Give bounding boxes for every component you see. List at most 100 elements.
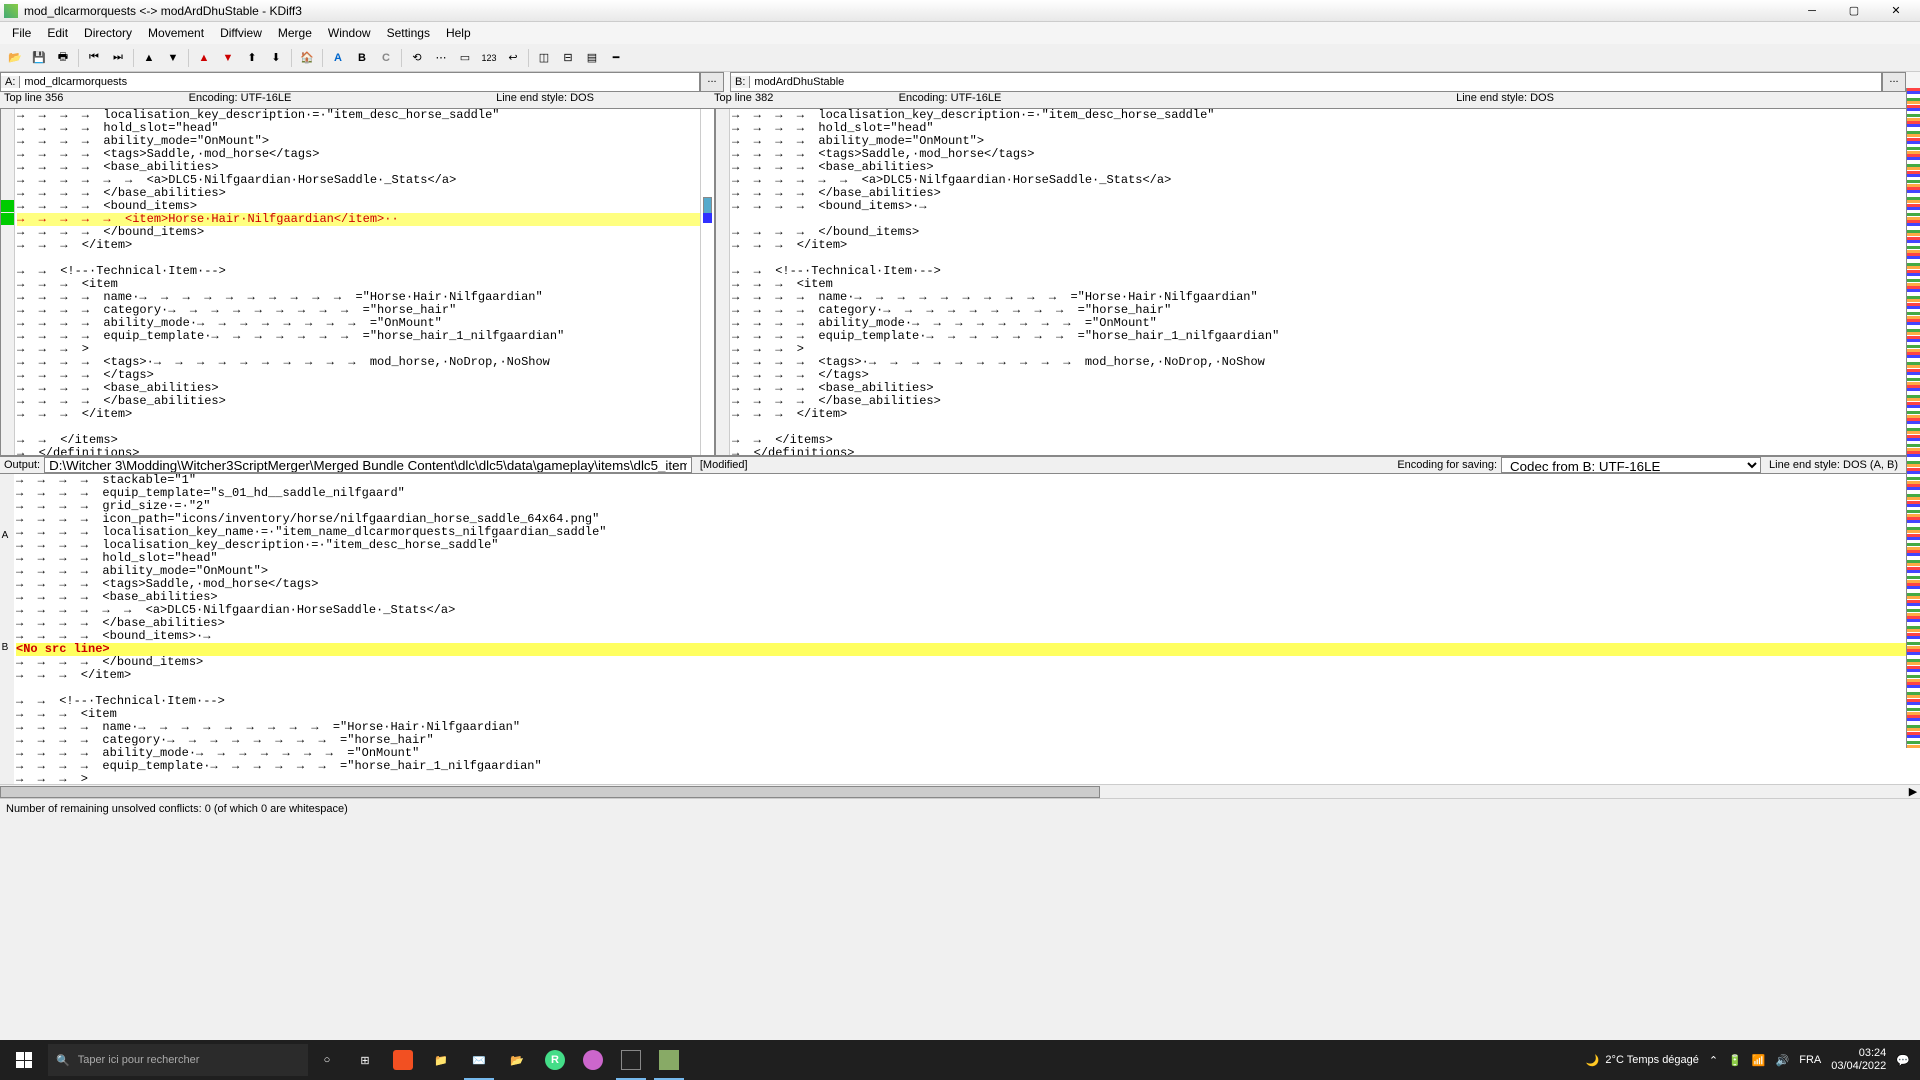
code-line: → → → → </bound_items> xyxy=(16,656,1920,669)
tray-battery-icon[interactable]: 🔋 xyxy=(1728,1054,1742,1067)
search-icon: 🔍 xyxy=(56,1054,70,1067)
tray-time: 03:24 xyxy=(1831,1047,1886,1060)
show-linenum-icon[interactable]: ▭ xyxy=(454,47,476,69)
output-pane[interactable]: A B → → → → stackable="1"→ → → → equip_t… xyxy=(0,474,1920,784)
rstudio-icon[interactable]: R xyxy=(536,1040,574,1080)
explorer-icon[interactable]: 📁 xyxy=(422,1040,460,1080)
code-line: → → → → <tags>Saddle,·mod_horse</tags> xyxy=(16,578,1920,591)
horizontal-scrollbar[interactable]: ◀ ▶ xyxy=(0,784,1920,798)
titlebar: mod_dlcarmorquests <-> modArdDhuStable -… xyxy=(0,0,1920,22)
code-line: → → → → equip_template·→ → → → → → ="hor… xyxy=(16,760,1920,773)
code-line: → → → </item> xyxy=(732,239,1919,252)
statusbar: Number of remaining unsolved conflicts: … xyxy=(0,798,1920,818)
output-path-input[interactable] xyxy=(44,457,692,473)
prev-conflict-icon[interactable]: ▲ xyxy=(193,47,215,69)
code-line: → → → → <bound_items>·→ xyxy=(16,630,1920,643)
menu-edit[interactable]: Edit xyxy=(39,24,76,42)
maximize-button[interactable]: ▢ xyxy=(1834,1,1874,21)
browse-b-button[interactable]: ... xyxy=(1882,72,1906,92)
pane-a-path-input[interactable] xyxy=(20,76,699,88)
taskview-icon[interactable]: ⊞ xyxy=(346,1040,384,1080)
output-lineend: Line end style: DOS (A, B) xyxy=(1761,459,1906,471)
wordwrap-icon[interactable]: ↩ xyxy=(502,47,524,69)
mail-icon[interactable]: ✉️ xyxy=(460,1040,498,1080)
menu-diffview[interactable]: Diffview xyxy=(212,24,270,42)
taskbar-search[interactable]: 🔍 Taper ici pour rechercher xyxy=(48,1044,308,1076)
next-diff-icon[interactable]: ▼ xyxy=(162,47,184,69)
code-line: → → → → equip_template="s_01_hd__saddle_… xyxy=(16,487,1920,500)
code-line: → → → </item> xyxy=(17,408,714,421)
tray-notifications-icon[interactable]: 💬 xyxy=(1896,1054,1910,1067)
split-v-icon[interactable]: ⊟ xyxy=(557,47,579,69)
output-encoding-select[interactable]: Codec from B: UTF-16LE xyxy=(1501,457,1761,473)
code-line: → → → </item> xyxy=(17,239,714,252)
cmd-icon[interactable] xyxy=(612,1040,650,1080)
prev-diff-icon[interactable]: ▲ xyxy=(138,47,160,69)
code-line: → → <!--·Technical·Item·--> xyxy=(732,265,1919,278)
path-row: A: ... B: ... xyxy=(0,72,1920,92)
app-icon xyxy=(4,4,18,18)
open-icon[interactable]: 📂 xyxy=(4,47,26,69)
brave-icon[interactable] xyxy=(384,1040,422,1080)
menu-help[interactable]: Help xyxy=(438,24,479,42)
menu-settings[interactable]: Settings xyxy=(379,24,438,42)
code-line: → → → → → → <a>DLC5·Nilfgaardian·HorseSa… xyxy=(16,604,1920,617)
select-b-button[interactable]: B xyxy=(351,47,373,69)
code-line: → → → → equip_template·→ → → → → → → ="h… xyxy=(17,330,714,343)
goto-end-icon[interactable]: ⏭ xyxy=(107,47,129,69)
output-label: Output: xyxy=(0,459,44,471)
minimize-button[interactable]: ─ xyxy=(1792,1,1832,21)
next-conflict-icon[interactable]: ▼ xyxy=(217,47,239,69)
pane-a-encoding: Encoding: UTF-16LE xyxy=(100,92,380,108)
start-button[interactable] xyxy=(0,1040,48,1080)
kdiff3-taskbar-icon[interactable] xyxy=(650,1040,688,1080)
show-123-icon[interactable]: 123 xyxy=(478,47,500,69)
menu-file[interactable]: File xyxy=(4,24,39,42)
code-line: → → → → </base_abilities> xyxy=(16,617,1920,630)
folder-icon[interactable]: 📂 xyxy=(498,1040,536,1080)
split-3-icon[interactable]: ▤ xyxy=(581,47,603,69)
home-icon[interactable]: 🏠 xyxy=(296,47,318,69)
save-icon[interactable]: 💾 xyxy=(28,47,50,69)
tray-wifi-icon[interactable]: 📶 xyxy=(1752,1054,1766,1067)
minibar-a[interactable] xyxy=(700,109,714,455)
up-delta-icon[interactable]: ⬆ xyxy=(241,47,263,69)
browse-a-button[interactable]: ... xyxy=(700,72,724,92)
print-icon[interactable]: 🖶 xyxy=(52,47,74,69)
pane-b-topline: Top line 382 xyxy=(710,92,810,108)
menu-merge[interactable]: Merge xyxy=(270,24,320,42)
code-line: <No src line> xyxy=(16,643,1920,656)
pane-a[interactable]: → → → → localisation_key_description·=·"… xyxy=(0,108,715,456)
code-line: → → → > xyxy=(16,773,1920,784)
tray-chevron-icon[interactable]: ⌃ xyxy=(1709,1054,1718,1067)
code-line xyxy=(732,421,1919,434)
tray-clock[interactable]: 03:24 03/04/2022 xyxy=(1831,1047,1886,1073)
goto-start-icon[interactable]: ⏮ xyxy=(83,47,105,69)
show-whitespace-icon[interactable]: ⋯ xyxy=(430,47,452,69)
select-a-button[interactable]: A xyxy=(327,47,349,69)
split-h-icon[interactable]: ◫ xyxy=(533,47,555,69)
menu-directory[interactable]: Directory xyxy=(76,24,140,42)
weather-widget[interactable]: 🌙 2°C Temps dégagé xyxy=(1586,1054,1699,1067)
cortana-icon[interactable]: ○ xyxy=(308,1040,346,1080)
tray-volume-icon[interactable]: 🔊 xyxy=(1776,1054,1790,1067)
code-line: → → → → </base_abilities> xyxy=(732,395,1919,408)
overview-bar[interactable] xyxy=(1906,88,1920,748)
close-button[interactable]: ✕ xyxy=(1876,1,1916,21)
code-line xyxy=(17,421,714,434)
pane-a-label: A: xyxy=(1,76,20,88)
pane-b[interactable]: → → → → localisation_key_description·=·"… xyxy=(715,108,1920,456)
app-icon-1[interactable] xyxy=(574,1040,612,1080)
merge-icon[interactable]: ━ xyxy=(605,47,627,69)
gutter-marker-a: A xyxy=(0,530,10,541)
tray-lang[interactable]: FRA xyxy=(1799,1054,1821,1066)
select-c-button[interactable]: C xyxy=(375,47,397,69)
auto-advance-icon[interactable]: ⟲ xyxy=(406,47,428,69)
diff-panes: → → → → localisation_key_description·=·"… xyxy=(0,108,1920,456)
menu-window[interactable]: Window xyxy=(320,24,379,42)
pane-b-path-input[interactable] xyxy=(750,76,1881,88)
code-line: → → </items> xyxy=(732,434,1919,447)
menu-movement[interactable]: Movement xyxy=(140,24,212,42)
down-delta-icon[interactable]: ⬇ xyxy=(265,47,287,69)
window-title: mod_dlcarmorquests <-> modArdDhuStable -… xyxy=(24,4,1792,18)
